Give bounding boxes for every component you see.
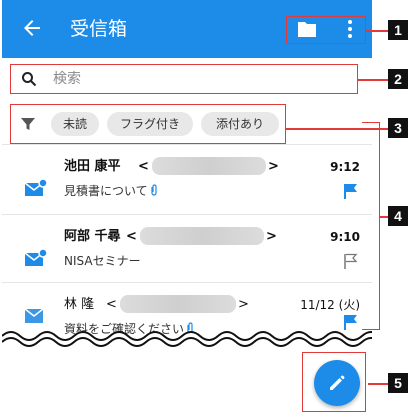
message-row[interactable]: 池田 康平 < > 9:12 見積書について: [2, 152, 372, 216]
callout-leader: [380, 216, 388, 218]
sender-name: 池田 康平: [64, 159, 121, 174]
callout-leader: [368, 383, 388, 385]
back-arrow-icon[interactable]: [20, 16, 44, 40]
message-time: 9:12: [330, 160, 360, 174]
search-icon: [22, 72, 37, 87]
message-date: 11/12 (火): [300, 298, 360, 312]
message-subject: 見積書について: [64, 182, 158, 200]
flag-filled-icon[interactable]: [344, 183, 358, 199]
email-open-bracket: <: [126, 229, 137, 244]
email-open-bracket: <: [106, 297, 117, 312]
email-address-redacted: [152, 157, 266, 175]
callout-badge-3: 3: [388, 118, 408, 138]
sender-name: 林 隆: [64, 297, 95, 312]
email-close-bracket: >: [238, 297, 249, 312]
callout-leader: [358, 79, 388, 81]
filter-chip-flagged[interactable]: フラグ付き: [107, 112, 193, 136]
message-row[interactable]: 阿部 千尋 < > 9:10 NISAセミナー: [2, 222, 372, 286]
torn-edge-divider: [2, 331, 372, 354]
attachment-icon: [151, 184, 157, 196]
filter-icon[interactable]: [21, 117, 35, 131]
callout-box-appbar-actions: [286, 16, 366, 44]
callout-box-compose: [302, 352, 366, 412]
message-subject: NISAセミナー: [64, 254, 141, 268]
email-address-redacted: [120, 295, 236, 313]
callout-box-message-list: [362, 122, 380, 330]
unread-mail-icon: [24, 248, 48, 266]
callout-badge-5: 5: [388, 373, 408, 393]
filter-chip-unread[interactable]: 未読: [51, 112, 99, 136]
annotated-screenshot: 受信箱 検索 未読 フラグ付き 添付あり 池田 康平 < > 9:12 見積書に…: [0, 0, 415, 416]
callout-badge-2: 2: [388, 69, 408, 89]
callout-leader: [366, 30, 388, 32]
email-close-bracket: >: [266, 229, 277, 244]
mail-icon: [24, 308, 44, 323]
callout-badge-4: 4: [388, 206, 408, 226]
divider: [2, 144, 372, 145]
sender-name: 阿部 千尋: [64, 229, 121, 244]
page-title: 受信箱: [70, 18, 128, 40]
email-close-bracket: >: [268, 159, 279, 174]
unread-mail-icon: [24, 178, 48, 196]
email-address-redacted: [140, 227, 264, 245]
search-bar[interactable]: 検索: [10, 64, 358, 94]
callout-badge-1: 1: [388, 20, 408, 40]
filter-bar: 未読 フラグ付き 添付あり: [10, 104, 286, 144]
flag-outline-icon[interactable]: [344, 253, 358, 269]
divider: [2, 214, 372, 215]
email-open-bracket: <: [138, 159, 149, 174]
divider: [2, 282, 372, 283]
filter-chip-attachment[interactable]: 添付あり: [201, 112, 279, 136]
search-placeholder: 検索: [53, 71, 81, 87]
message-time: 9:10: [330, 230, 360, 244]
